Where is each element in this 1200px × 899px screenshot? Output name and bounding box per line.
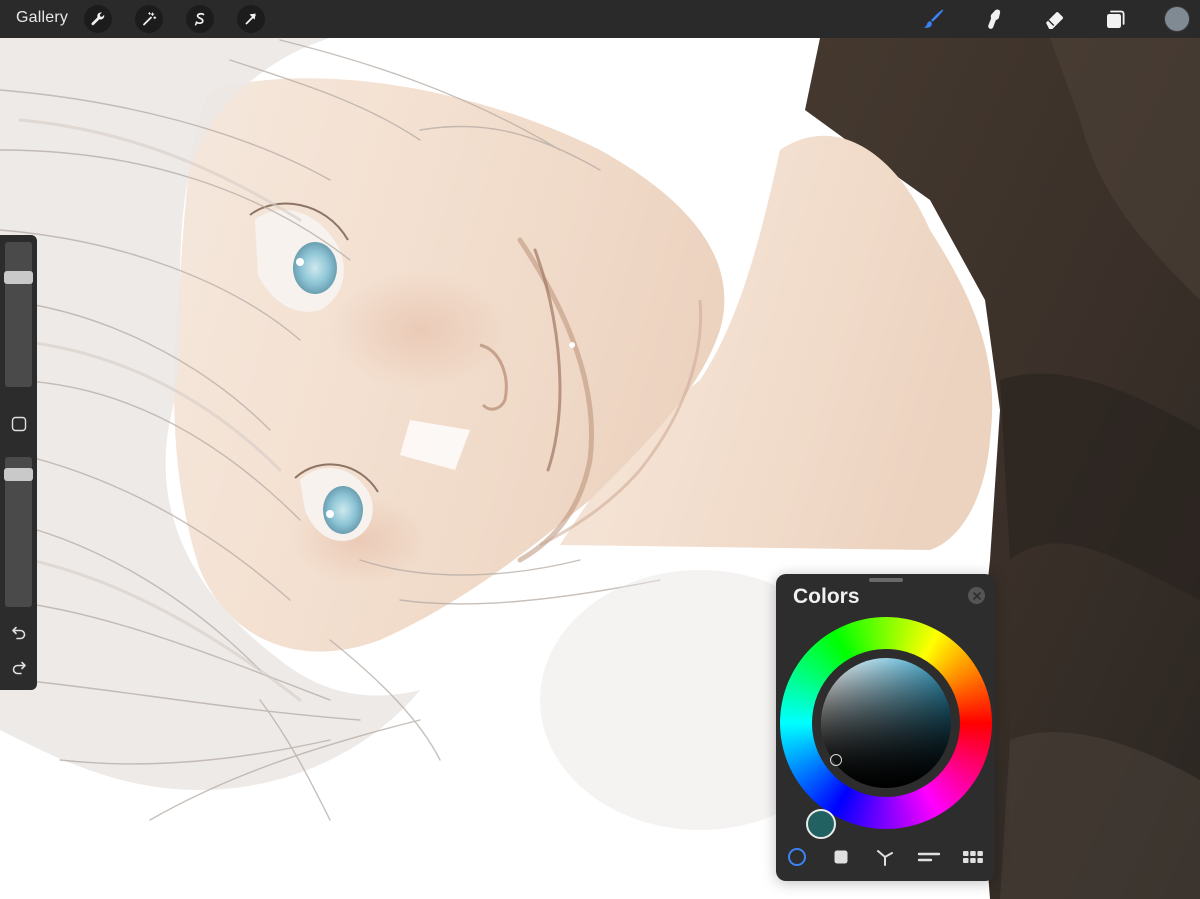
redo-icon[interactable]: [5, 653, 32, 680]
procreate-app: Gallery Colors: [0, 0, 1200, 899]
opacity-slider[interactable]: [4, 457, 33, 607]
selection-icon[interactable]: [186, 5, 214, 33]
harmony-mode-icon[interactable]: [870, 842, 900, 872]
hue-cursor[interactable]: [806, 809, 836, 839]
disc-mode-icon[interactable]: [782, 842, 812, 872]
value-mode-icon[interactable]: [914, 842, 944, 872]
left-sidebar: [0, 235, 37, 690]
square-modify-icon[interactable]: [5, 410, 32, 437]
artwork: [0, 38, 1200, 899]
brush-size-slider[interactable]: [4, 242, 33, 387]
panel-title: Colors: [793, 585, 860, 608]
layers-icon[interactable]: [1101, 4, 1131, 34]
top-toolbar: Gallery: [0, 0, 1200, 38]
colors-panel: Colors: [776, 574, 995, 881]
drawing-canvas[interactable]: [0, 38, 1200, 899]
saturation-brightness-disc[interactable]: [821, 658, 951, 788]
current-color-swatch[interactable]: [1165, 7, 1189, 31]
gallery-button[interactable]: Gallery: [16, 9, 68, 27]
smudge-icon[interactable]: [979, 4, 1009, 34]
saturation-cursor[interactable]: [830, 754, 842, 766]
panel-drag-handle[interactable]: [869, 578, 903, 582]
classic-mode-icon[interactable]: [826, 842, 856, 872]
brush-icon[interactable]: [918, 4, 948, 34]
color-disc: [780, 617, 992, 839]
opacity-thumb[interactable]: [4, 468, 33, 481]
close-icon[interactable]: [968, 587, 985, 604]
color-mode-tabs: [776, 842, 995, 872]
eraser-icon[interactable]: [1040, 4, 1070, 34]
brush-size-thumb[interactable]: [4, 271, 33, 284]
transform-arrow-icon[interactable]: [237, 5, 265, 33]
palettes-mode-icon[interactable]: [958, 842, 988, 872]
wrench-icon[interactable]: [84, 5, 112, 33]
magic-wand-icon[interactable]: [135, 5, 163, 33]
undo-icon[interactable]: [5, 618, 32, 645]
